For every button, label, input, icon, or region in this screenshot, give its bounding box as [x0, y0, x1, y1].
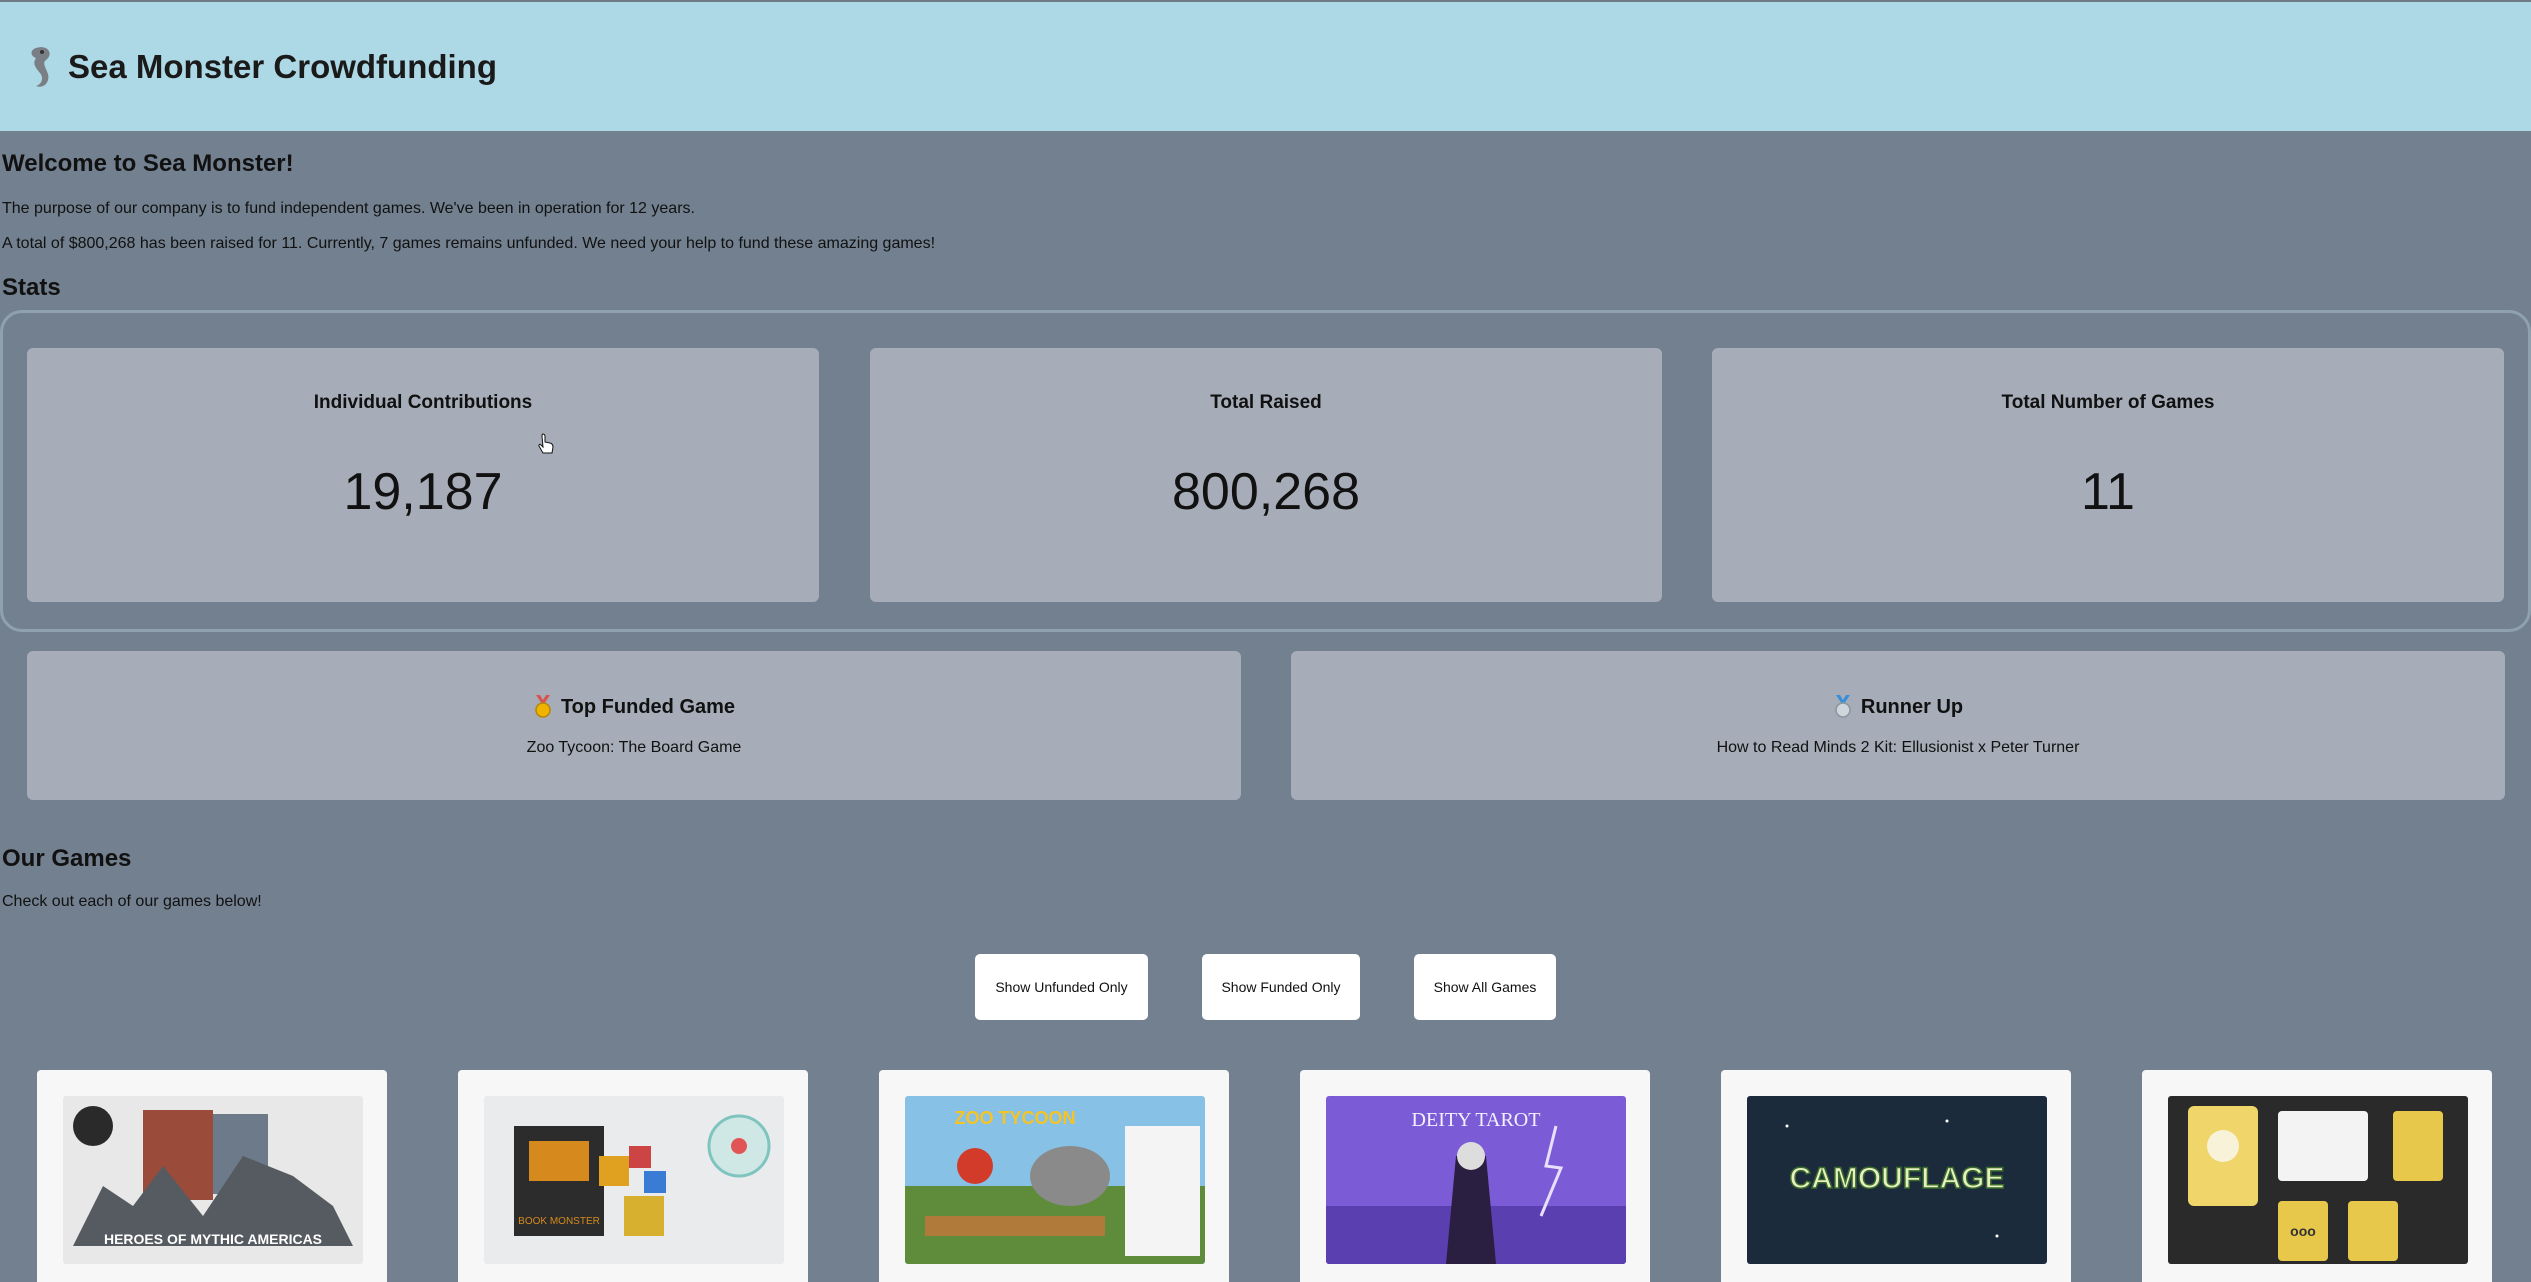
contributions-value: 19,187: [343, 463, 503, 521]
runner-up-name: How to Read Minds 2 Kit: Ellusionist x P…: [1716, 739, 2080, 756]
top-funded-name: Zoo Tycoon: The Board Game: [526, 739, 742, 756]
stats-heading: Stats: [2, 274, 61, 301]
total-games-card: Total Number of Games 11: [1712, 348, 2504, 602]
game-card[interactable]: HEROES OF MYTHIC AMERICAS: [37, 1070, 387, 1282]
top-funded-card: Top Funded Game Zoo Tycoon: The Board Ga…: [27, 651, 1241, 800]
total-games-value: 11: [2081, 463, 2135, 521]
silver-medal-icon: [1835, 695, 1851, 718]
top-funded-label-row: Top Funded Game: [27, 695, 1241, 719]
game-image[interactable]: ZOO TYCOON: [905, 1096, 1205, 1264]
contributions-label: Individual Contributions: [313, 392, 533, 413]
total-games-label: Total Number of Games: [2001, 392, 2215, 413]
show-all-button[interactable]: Show All Games: [1414, 954, 1556, 1020]
show-unfunded-button[interactable]: Show Unfunded Only: [975, 954, 1148, 1020]
game-card[interactable]: DEITY TAROT: [1300, 1070, 1650, 1282]
runner-up-label-row: Runner Up: [1291, 695, 2505, 719]
summary-text: A total of $800,268 has been raised for …: [2, 235, 936, 252]
game-image-text: DEITY TAROT: [1412, 1109, 1541, 1131]
game-card[interactable]: BOOK MONSTER: [458, 1070, 808, 1282]
game-image[interactable]: ooo: [2168, 1096, 2468, 1264]
site-title: Sea Monster Crowdfunding: [68, 47, 497, 85]
game-image[interactable]: DEITY TAROT: [1326, 1096, 1626, 1264]
game-card[interactable]: ooo: [2142, 1070, 2492, 1282]
seahorse-icon: [31, 46, 50, 87]
game-card[interactable]: CAMOUFLAGE: [1721, 1070, 2071, 1282]
game-image-text: BOOK MONSTER: [518, 1216, 600, 1227]
runner-up-card: Runner Up How to Read Minds 2 Kit: Ellus…: [1291, 651, 2505, 800]
welcome-heading: Welcome to Sea Monster!: [2, 150, 294, 177]
game-image-text: ZOO TYCOON: [955, 1108, 1076, 1128]
game-image-text: ooo: [2290, 1223, 2316, 1239]
runner-up-label: Runner Up: [1860, 695, 1964, 718]
total-raised-card: Total Raised 800,268: [870, 348, 1662, 602]
game-image-text: CAMOUFLAGE: [1790, 1162, 2005, 1195]
contributions-card: Individual Contributions 19,187: [27, 348, 819, 602]
show-funded-button[interactable]: Show Funded Only: [1202, 954, 1360, 1020]
game-image[interactable]: HEROES OF MYTHIC AMERICAS: [63, 1096, 363, 1264]
game-card[interactable]: ZOO TYCOON: [879, 1070, 1229, 1282]
total-raised-label: Total Raised: [1210, 392, 1322, 413]
game-image[interactable]: CAMOUFLAGE: [1747, 1096, 2047, 1264]
site-header: Sea Monster Crowdfunding: [0, 0, 2531, 131]
gold-medal-icon: [535, 695, 551, 718]
game-image-text: HEROES OF MYTHIC AMERICAS: [104, 1231, 322, 1247]
purpose-text: The purpose of our company is to fund in…: [2, 200, 695, 217]
game-image[interactable]: BOOK MONSTER: [484, 1096, 784, 1264]
cursor-pointer-icon: [538, 433, 554, 454]
top-funded-label: Top Funded Game: [560, 695, 736, 718]
games-heading: Our Games: [2, 845, 132, 872]
games-subtitle: Check out each of our games below!: [2, 893, 262, 910]
total-raised-value: 800,268: [1172, 463, 1360, 521]
